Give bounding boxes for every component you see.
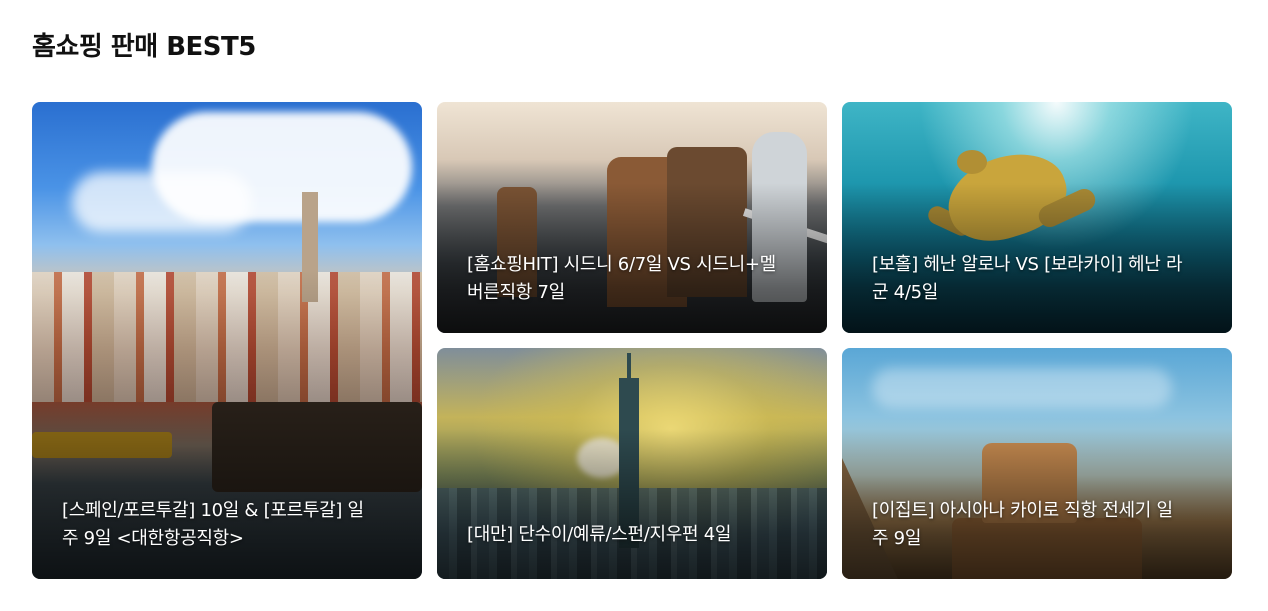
best5-section: 홈쇼핑 판매 BEST5 [스페인/포르투갈] 10일 & [포르투갈] 일 주… — [0, 0, 1268, 611]
card-caption-line1: [스페인/포르투갈] 10일 & [포르투갈] 일 — [62, 500, 364, 521]
card-caption-line1: [이집트] 아시아나 카이로 직항 전세기 일 — [872, 500, 1173, 521]
card-caption-line2: 주 9일 — [872, 528, 922, 549]
card-caption: [홈쇼핑HIT] 시드니 6/7일 VS 시드니+멜 버른직항 7일 — [467, 251, 797, 307]
product-card-egypt[interactable]: [이집트] 아시아나 카이로 직항 전세기 일 주 9일 — [842, 348, 1232, 579]
product-card-sydney[interactable]: [홈쇼핑HIT] 시드니 6/7일 VS 시드니+멜 버른직항 7일 — [437, 102, 827, 333]
card-caption-line1: [홈쇼핑HIT] 시드니 6/7일 VS 시드니+멜 — [467, 254, 776, 275]
card-caption: [보홀] 헤난 알로나 VS [보라카이] 헤난 라 군 4/5일 — [872, 251, 1202, 307]
card-caption-line1: [대만] 단수이/예류/스펀/지우펀 4일 — [467, 524, 732, 545]
card-overlay — [437, 428, 827, 579]
card-caption-line2: 군 4/5일 — [872, 282, 939, 303]
card-caption: [대만] 단수이/예류/스펀/지우펀 4일 — [467, 521, 797, 549]
card-caption-line2: 주 9일 <대한항공직항> — [62, 528, 244, 549]
card-caption-line2: 버른직항 7일 — [467, 282, 565, 303]
product-card-portugal[interactable]: [스페인/포르투갈] 10일 & [포르투갈] 일 주 9일 <대한항공직항> — [32, 102, 422, 579]
product-card-bohol[interactable]: [보홀] 헤난 알로나 VS [보라카이] 헤난 라 군 4/5일 — [842, 102, 1232, 333]
section-title: 홈쇼핑 판매 BEST5 — [32, 32, 256, 62]
card-caption-line1: [보홀] 헤난 알로나 VS [보라카이] 헤난 라 — [872, 254, 1183, 275]
product-card-taiwan[interactable]: [대만] 단수이/예류/스펀/지우펀 4일 — [437, 348, 827, 579]
card-caption: [스페인/포르투갈] 10일 & [포르투갈] 일 주 9일 <대한항공직항> — [62, 497, 392, 553]
card-caption: [이집트] 아시아나 카이로 직항 전세기 일 주 9일 — [872, 497, 1202, 553]
